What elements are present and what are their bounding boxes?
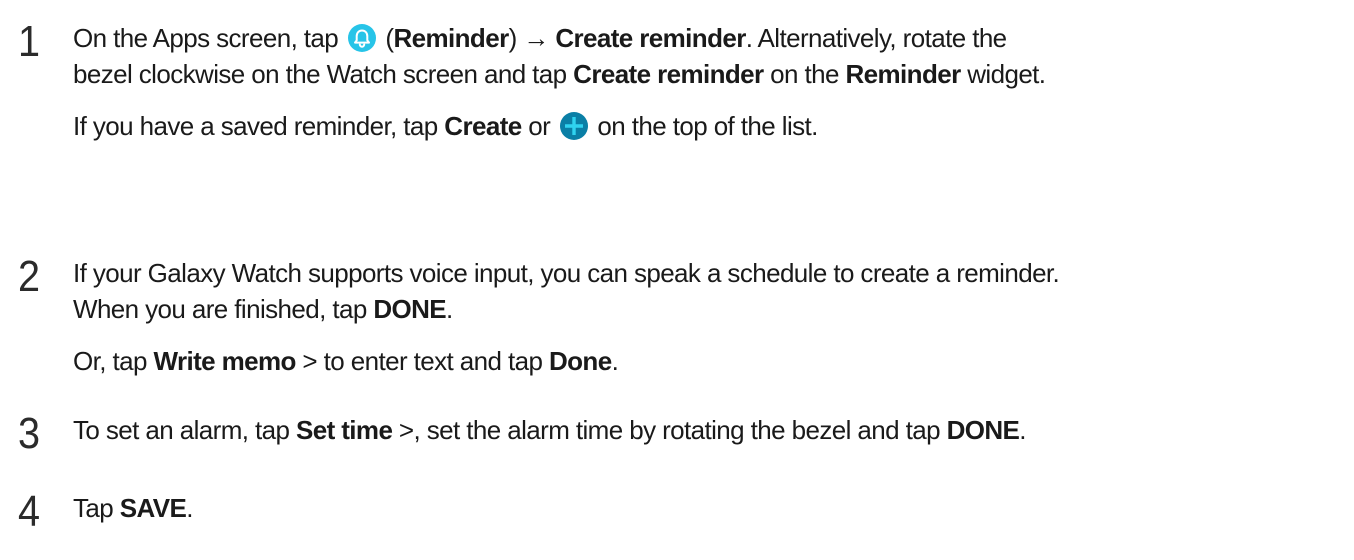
step-1-line-2: bezel clockwise on the Watch screen and … bbox=[73, 59, 1046, 89]
step-2-line-2: When you are finished, tap DONE. bbox=[73, 294, 453, 324]
plus-icon bbox=[559, 112, 588, 140]
step-4-line-1: Tap SAVE. bbox=[73, 493, 193, 523]
step-number: 4 bbox=[18, 487, 41, 536]
step-1-line-3: If you have a saved reminder, tap Create… bbox=[73, 111, 818, 141]
step-2-line-1: If your Galaxy Watch supports voice inpu… bbox=[73, 258, 1060, 288]
step-number: 1 bbox=[18, 17, 41, 66]
step-2-line-3: Or, tap Write memo > to enter text and t… bbox=[73, 346, 619, 376]
bell-icon bbox=[347, 24, 376, 52]
step-number: 3 bbox=[18, 409, 41, 458]
step-body: Tap SAVE. bbox=[73, 490, 1343, 526]
step-body: On the Apps screen, tap (Reminder) → Cre… bbox=[73, 20, 1343, 144]
step-body: If your Galaxy Watch supports voice inpu… bbox=[73, 255, 1343, 379]
step-3-line-1: To set an alarm, tap Set time >, set the… bbox=[73, 415, 1026, 445]
step-body: To set an alarm, tap Set time >, set the… bbox=[73, 412, 1343, 448]
step-number: 2 bbox=[18, 252, 41, 301]
step-1-line-1: On the Apps screen, tap (Reminder) → Cre… bbox=[73, 23, 1007, 53]
